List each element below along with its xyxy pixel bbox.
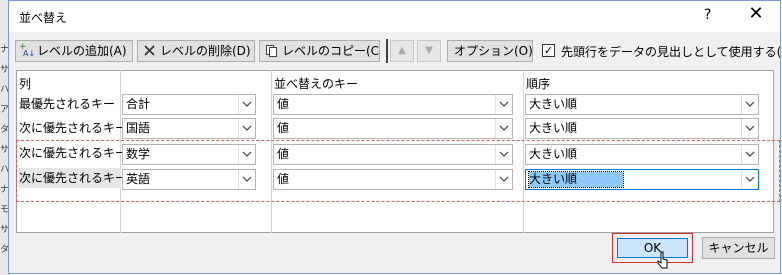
- add-level-button[interactable]: + A↓ レベルの追加(A): [15, 40, 133, 62]
- row-label: 次に優先されるキー: [19, 146, 128, 160]
- dropdown-arrow-icon: [238, 170, 255, 189]
- ok-button[interactable]: OK: [617, 238, 688, 258]
- sort-key-select[interactable]: 値: [273, 144, 513, 165]
- dropdown-arrow-icon: [741, 95, 758, 114]
- sort-key-select[interactable]: 値: [273, 118, 513, 139]
- mouse-pointer-icon: [657, 251, 669, 274]
- column-header-sort-key: 並べ替えのキー: [274, 77, 359, 91]
- options-label: オプション(O)...: [454, 44, 533, 58]
- sort-key-value: 値: [277, 147, 290, 161]
- column-select[interactable]: 国語: [122, 118, 256, 139]
- row-label-selected: 次に優先されるキー: [19, 168, 127, 188]
- dropdown-arrow-icon: [238, 119, 255, 138]
- dropdown-arrow-icon: [741, 119, 758, 138]
- dropdown-arrow-icon: [495, 95, 512, 114]
- grid-divider: [523, 70, 524, 233]
- svg-text:A↓: A↓: [23, 49, 35, 58]
- copy-level-button[interactable]: レベルのコピー(C): [259, 40, 380, 62]
- order-value: 大きい順: [529, 97, 578, 111]
- column-select[interactable]: 英語: [122, 169, 256, 190]
- column-select-value: 国語: [126, 121, 151, 135]
- order-select-focused[interactable]: 大きい順: [525, 169, 759, 190]
- dropdown-arrow-icon: [238, 145, 255, 164]
- toolbar-separator: [386, 39, 388, 63]
- column-select-value: 数学: [126, 147, 151, 161]
- dropdown-arrow-icon: [495, 119, 512, 138]
- sort-key-value: 値: [277, 172, 290, 186]
- grid-divider: [271, 70, 272, 233]
- column-header-column: 列: [19, 77, 32, 91]
- order-value: 大きい順: [529, 121, 578, 135]
- dialog-title: 並べ替え: [19, 11, 68, 25]
- sort-key-value: 値: [277, 121, 290, 135]
- row-label: 最優先されるキー: [19, 97, 116, 111]
- delete-level-label: レベルの削除(D): [160, 44, 251, 58]
- move-down-button[interactable]: ▼: [417, 40, 441, 62]
- header-row-checkbox-label: 先頭行をデータの見出しとして使用する(H): [561, 45, 782, 59]
- dropdown-arrow-icon: [741, 145, 758, 164]
- copy-level-label: レベルのコピー(C): [282, 44, 380, 58]
- dropdown-arrow-icon: [495, 145, 512, 164]
- column-header-order: 順序: [526, 77, 551, 91]
- dropdown-arrow-icon: [741, 170, 758, 189]
- add-level-label: レベルの追加(A): [37, 44, 127, 58]
- sort-dialog: 並べ替え ? ✕ + A↓ レベルの追加(A) レベルの削除(D) レベルのコピー…: [8, 0, 782, 274]
- order-select[interactable]: 大きい順: [525, 94, 759, 115]
- order-value: 大きい順: [527, 171, 625, 188]
- sort-key-select[interactable]: 値: [273, 169, 513, 190]
- delete-x-icon: [143, 41, 157, 61]
- options-button[interactable]: オプション(O)...: [447, 40, 533, 62]
- checkmark-icon: ✓: [543, 44, 554, 57]
- add-level-icon: + A↓: [19, 41, 35, 61]
- move-up-button[interactable]: ▲: [390, 40, 414, 62]
- sort-key-select[interactable]: 値: [273, 94, 513, 115]
- column-select-value: 合計: [126, 97, 151, 111]
- row-label: 次に優先されるキー: [19, 121, 128, 135]
- dropdown-arrow-icon: [238, 95, 255, 114]
- column-select[interactable]: 数学: [122, 144, 256, 165]
- column-select-value: 英語: [126, 172, 151, 186]
- cancel-button[interactable]: キャンセル: [702, 237, 775, 259]
- dropdown-arrow-icon: [495, 170, 512, 189]
- help-button[interactable]: ?: [704, 7, 711, 23]
- order-select[interactable]: 大きい順: [525, 118, 759, 139]
- header-row-checkbox[interactable]: ✓: [542, 44, 555, 57]
- delete-level-button[interactable]: レベルの削除(D): [137, 40, 255, 62]
- order-select[interactable]: 大きい順: [525, 144, 759, 165]
- copy-icon: [265, 41, 279, 61]
- close-button[interactable]: ✕: [746, 3, 766, 24]
- title-bar: 並べ替え ? ✕: [9, 1, 780, 32]
- ok-highlight-frame: OK: [612, 233, 693, 263]
- order-value: 大きい順: [529, 147, 578, 161]
- sort-key-value: 値: [277, 97, 290, 111]
- column-select[interactable]: 合計: [122, 94, 256, 115]
